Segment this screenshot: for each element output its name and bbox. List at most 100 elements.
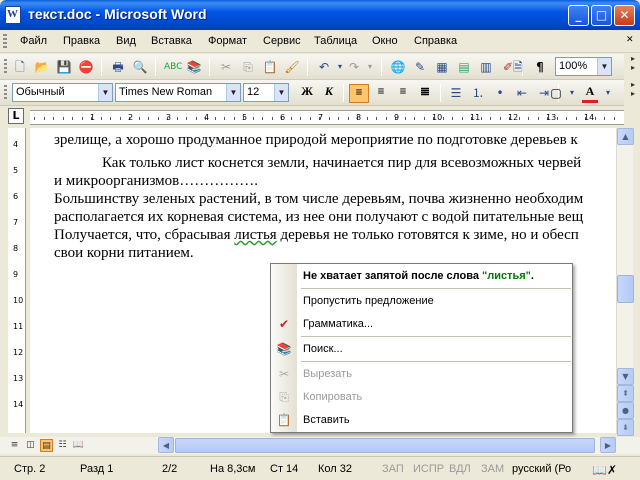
outline-view-icon[interactable]: ☷ — [56, 439, 69, 452]
justify-button[interactable]: ≣ — [415, 84, 435, 103]
word-app-icon[interactable] — [5, 6, 21, 24]
tables-borders-icon[interactable]: ✎ — [412, 59, 428, 75]
status-record[interactable]: ЗАП — [382, 463, 404, 475]
ruler-tick — [414, 117, 415, 120]
copy-item[interactable]: Копировать — [303, 391, 362, 403]
vertical-scrollbar[interactable]: ▲ ▼ ⇞ ● ⇟ — [616, 128, 634, 436]
doc-line: зрелище, а хорошо продуманное природой м… — [54, 132, 578, 148]
status-extend[interactable]: ВДЛ — [449, 463, 471, 475]
line-spacing-icon[interactable]: ☰ — [448, 85, 464, 101]
grammar-error-word[interactable]: листья — [234, 227, 276, 243]
print-preview-icon[interactable]: 🔍 — [132, 59, 148, 75]
font-color-dropdown-icon[interactable]: ▾ — [600, 85, 616, 101]
maximize-button[interactable]: □ — [591, 5, 612, 26]
zoom-select[interactable]: 100% ▼ — [555, 57, 612, 76]
previous-page-icon[interactable]: ⇞ — [617, 385, 634, 402]
scroll-left-icon[interactable]: ◀ — [158, 437, 174, 453]
align-right-button[interactable]: ≡ — [393, 84, 413, 103]
menu-edit[interactable]: Правка — [63, 35, 100, 47]
decrease-indent-icon[interactable]: ⇤ — [514, 85, 530, 101]
menu-help[interactable]: Справка — [414, 35, 457, 47]
copy-icon[interactable]: ⎘ — [240, 59, 256, 75]
tab-selector[interactable]: L — [8, 108, 24, 124]
menu-format[interactable]: Формат — [208, 35, 247, 47]
menu-view[interactable]: Вид — [116, 35, 136, 47]
status-track-changes[interactable]: ИСПР — [413, 463, 444, 475]
horizontal-scroll-thumb[interactable] — [175, 438, 595, 453]
scroll-down-icon[interactable]: ▼ — [617, 368, 634, 385]
undo-icon[interactable]: ↶ — [316, 59, 332, 75]
search-item[interactable]: Поиск... — [303, 343, 343, 355]
menu-file[interactable]: Файл — [20, 35, 47, 47]
ignore-sentence-item[interactable]: Пропустить предложение — [303, 295, 434, 307]
toolbar-separator — [440, 84, 441, 102]
reading-view-icon[interactable]: 📖 — [72, 439, 85, 452]
paste-icon[interactable]: 📋 — [262, 59, 278, 75]
print-layout-view-icon[interactable]: ▤ — [40, 439, 53, 452]
menu-table[interactable]: Таблица — [314, 35, 357, 47]
ruler-tick — [423, 117, 425, 120]
style-select[interactable]: Обычный ▼ — [12, 83, 113, 102]
grammar-item[interactable]: Грамматика... — [303, 318, 373, 330]
bullets-icon[interactable]: • — [492, 85, 508, 101]
menu-bar: Файл Правка Вид Вставка Формат Сервис Та… — [0, 30, 640, 53]
toolbar-grip[interactable] — [4, 59, 7, 75]
ruler-tick — [195, 117, 197, 120]
cut-icon[interactable]: ✂ — [218, 59, 234, 75]
italic-button[interactable]: К — [319, 84, 339, 103]
paste-item[interactable]: Вставить — [303, 414, 350, 426]
normal-view-icon[interactable]: ≡ — [8, 439, 21, 452]
close-button[interactable]: ✕ — [614, 5, 635, 26]
print-icon[interactable]: 🖶 — [110, 59, 126, 75]
font-select[interactable]: Times New Roman ▼ — [115, 83, 241, 102]
toolbar-options-icon[interactable]: ▸ ▸ — [626, 54, 640, 80]
new-document-icon[interactable]: 🗋 — [12, 59, 28, 75]
menu-insert[interactable]: Вставка — [151, 35, 192, 47]
format-painter-icon[interactable]: 🖌 — [284, 59, 300, 75]
vertical-ruler[interactable]: 4 5 6 7 8 9 10 11 12 13 14 — [8, 128, 26, 433]
show-formatting-icon[interactable]: ¶ — [532, 59, 548, 75]
select-browse-object-icon[interactable]: ● — [617, 402, 634, 419]
numbering-icon[interactable]: ⒈ — [470, 85, 486, 101]
chevron-down-icon[interactable]: ▼ — [597, 58, 611, 75]
scroll-right-icon[interactable]: ▶ — [600, 437, 616, 453]
ruler-tick — [186, 117, 187, 120]
web-view-icon[interactable]: ◫ — [24, 439, 37, 452]
status-overtype[interactable]: ЗАМ — [481, 463, 504, 475]
chevron-down-icon[interactable]: ▼ — [226, 84, 240, 101]
toolbar-grip[interactable] — [4, 85, 7, 101]
insert-table-icon[interactable]: ▦ — [434, 59, 450, 75]
chevron-down-icon[interactable]: ▼ — [274, 84, 288, 101]
cut-item[interactable]: Вырезать — [303, 368, 352, 380]
research-icon[interactable]: 📚 — [186, 59, 202, 75]
horizontal-ruler[interactable]: 1 2 3 4 5 6 7 8 9 10 11 12 13 14 — [30, 110, 624, 125]
font-size-select[interactable]: 12 ▼ — [243, 83, 289, 102]
scroll-up-icon[interactable]: ▲ — [617, 128, 634, 145]
redo-icon[interactable]: ↷ — [346, 59, 362, 75]
toolbar-options-icon[interactable]: ▸ ▸ — [626, 80, 640, 106]
chevron-down-icon[interactable]: ▼ — [98, 84, 112, 101]
redo-dropdown-icon[interactable]: ▾ — [362, 59, 378, 75]
spelling-status-icon[interactable]: 📖✗ — [592, 463, 617, 477]
menubar-grip[interactable] — [3, 34, 7, 49]
spelling-icon[interactable]: ABC — [164, 59, 182, 75]
hyperlink-icon[interactable]: 🌐 — [390, 59, 406, 75]
align-left-button[interactable]: ≡ — [349, 84, 369, 103]
save-icon[interactable]: 💾 — [56, 59, 72, 75]
borders-dropdown-icon[interactable]: ▾ — [564, 85, 580, 101]
columns-icon[interactable]: ▥ — [478, 59, 494, 75]
vertical-scroll-thumb[interactable] — [617, 275, 634, 303]
menu-tools[interactable]: Сервис — [263, 35, 301, 47]
menu-window[interactable]: Окно — [372, 35, 398, 47]
insert-excel-icon[interactable]: ▤ — [456, 59, 472, 75]
permission-icon[interactable]: ⛔ — [78, 59, 94, 75]
next-page-icon[interactable]: ⇟ — [617, 419, 634, 436]
minimize-button[interactable]: _ — [568, 5, 589, 26]
ruler-tick — [480, 117, 482, 120]
document-map-icon[interactable]: 🗎 — [510, 59, 526, 75]
borders-icon[interactable]: ▢ — [548, 85, 564, 101]
menubar-close-doc-icon[interactable]: ✕ — [626, 35, 634, 45]
bold-button[interactable]: Ж — [297, 84, 317, 103]
open-folder-icon[interactable]: 📂 — [34, 59, 50, 75]
align-center-button[interactable]: ≡ — [371, 84, 391, 103]
